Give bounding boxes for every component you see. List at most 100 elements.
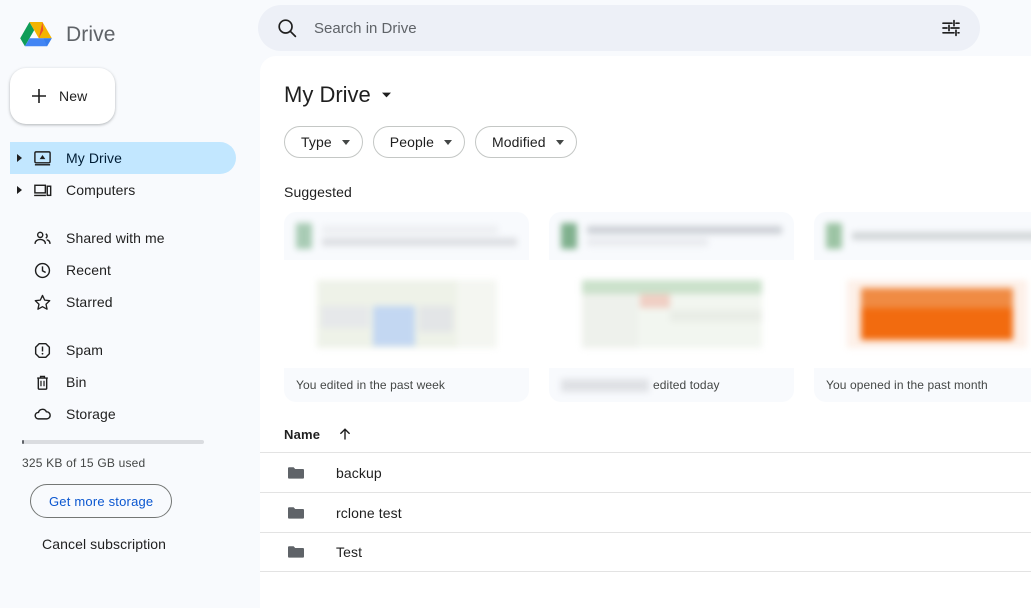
file-list: Name backup rclone test Test bbox=[260, 416, 1031, 572]
chevron-down-icon bbox=[443, 139, 452, 145]
main-area: My Drive Type People Modified bbox=[250, 0, 1031, 608]
file-name: Test bbox=[336, 544, 363, 560]
brand: Drive bbox=[0, 0, 250, 56]
suggested-card[interactable]: edited today bbox=[549, 212, 794, 402]
table-row[interactable]: backup bbox=[260, 452, 1031, 492]
sidebar-item-shared-with-me[interactable]: Shared with me bbox=[10, 222, 236, 254]
suggested-section-title: Suggested bbox=[284, 184, 352, 200]
sidebar: Drive New My Drive Computers Shared with… bbox=[0, 0, 250, 608]
plus-icon bbox=[29, 86, 49, 106]
spam-icon bbox=[30, 341, 54, 360]
search-bar[interactable] bbox=[258, 5, 980, 51]
get-more-storage-button[interactable]: Get more storage bbox=[30, 484, 173, 518]
chevron-down-icon bbox=[555, 139, 564, 145]
sidebar-item-label: Shared with me bbox=[66, 230, 165, 246]
suggested-card[interactable]: You opened in the past month bbox=[814, 212, 1031, 402]
card-file-type-icon bbox=[826, 223, 842, 249]
card-title-placeholder bbox=[587, 226, 782, 246]
search-row bbox=[250, 0, 1031, 56]
column-header-name[interactable]: Name bbox=[284, 427, 320, 442]
brand-title: Drive bbox=[66, 23, 116, 46]
sidebar-item-label: Spam bbox=[66, 342, 103, 358]
tune-icon[interactable] bbox=[936, 13, 966, 43]
caret-down-icon[interactable] bbox=[377, 85, 397, 105]
card-title-placeholder bbox=[852, 232, 1031, 240]
arrow-up-icon[interactable] bbox=[336, 425, 354, 443]
card-thumbnail bbox=[284, 260, 529, 368]
suggested-cards: You edited in the past week edited today… bbox=[260, 200, 1031, 402]
card-footer: edited today bbox=[549, 368, 794, 402]
sidebar-item-starred[interactable]: Starred bbox=[10, 286, 236, 318]
sidebar-item-label: Computers bbox=[66, 182, 136, 198]
filter-chip-type[interactable]: Type bbox=[284, 126, 363, 158]
expand-caret-icon[interactable] bbox=[10, 185, 30, 195]
expand-caret-icon[interactable] bbox=[10, 153, 30, 163]
storage-usage-text: 325 KB of 15 GB used bbox=[22, 456, 146, 470]
card-thumbnail bbox=[814, 260, 1031, 368]
filter-chip-label: People bbox=[389, 134, 434, 150]
card-footer: You edited in the past week bbox=[284, 368, 529, 402]
nav-gap bbox=[0, 206, 250, 222]
cancel-subscription-link[interactable]: Cancel subscription bbox=[42, 536, 250, 552]
my-drive-icon bbox=[30, 149, 54, 168]
computers-icon bbox=[30, 181, 54, 200]
sidebar-item-label: Storage bbox=[66, 406, 116, 422]
card-footer-text: edited today bbox=[653, 378, 720, 392]
filter-chip-label: Modified bbox=[491, 134, 546, 150]
folder-icon bbox=[284, 501, 308, 525]
filter-chips: Type People Modified bbox=[260, 108, 1031, 158]
storage-section: 325 KB of 15 GB used Get more storage Ca… bbox=[0, 440, 250, 552]
content-panel: My Drive Type People Modified Suggested … bbox=[260, 56, 1031, 608]
drive-logo-icon bbox=[18, 19, 54, 51]
folder-icon bbox=[284, 461, 308, 485]
filter-chip-label: Type bbox=[301, 134, 332, 150]
sidebar-item-label: Bin bbox=[66, 374, 87, 390]
table-row[interactable]: Test bbox=[260, 532, 1031, 572]
filter-chip-modified[interactable]: Modified bbox=[474, 126, 577, 158]
sidebar-item-computers[interactable]: Computers bbox=[10, 174, 236, 206]
suggested-card[interactable]: You edited in the past week bbox=[284, 212, 529, 402]
search-icon bbox=[276, 17, 298, 39]
storage-progress-bar bbox=[22, 440, 204, 444]
file-name: backup bbox=[336, 464, 382, 481]
sidebar-nav: My Drive Computers Shared with me Recent… bbox=[0, 142, 250, 430]
card-footer: You opened in the past month bbox=[814, 368, 1031, 402]
sidebar-item-label: My Drive bbox=[66, 150, 123, 166]
new-button[interactable]: New bbox=[10, 68, 115, 124]
cloud-icon bbox=[30, 405, 54, 424]
sidebar-item-label: Starred bbox=[66, 294, 113, 310]
sidebar-item-label: Recent bbox=[66, 262, 111, 278]
file-list-header: Name bbox=[260, 416, 1031, 452]
nav-gap bbox=[0, 318, 250, 334]
search-input[interactable] bbox=[314, 19, 936, 37]
sidebar-item-storage[interactable]: Storage bbox=[10, 398, 236, 430]
people-icon bbox=[30, 229, 54, 248]
trash-icon bbox=[30, 373, 54, 392]
card-footer-text: You opened in the past month bbox=[826, 378, 988, 392]
chevron-down-icon bbox=[341, 139, 350, 145]
star-icon bbox=[30, 293, 54, 312]
card-header-preview bbox=[549, 212, 794, 260]
sidebar-item-spam[interactable]: Spam bbox=[10, 334, 236, 366]
new-button-label: New bbox=[59, 88, 88, 104]
page-title: My Drive bbox=[284, 82, 371, 107]
sidebar-item-my-drive[interactable]: My Drive bbox=[10, 142, 236, 174]
card-thumbnail bbox=[549, 260, 794, 368]
card-header-preview bbox=[284, 212, 529, 260]
file-name: rclone test bbox=[336, 504, 402, 521]
drive-app: Drive New My Drive Computers Shared with… bbox=[0, 0, 1031, 608]
folder-icon bbox=[284, 540, 308, 564]
sidebar-item-recent[interactable]: Recent bbox=[10, 254, 236, 286]
table-row[interactable]: rclone test bbox=[260, 492, 1031, 532]
card-owner-placeholder bbox=[561, 378, 649, 392]
card-file-type-icon bbox=[561, 223, 577, 249]
sidebar-item-bin[interactable]: Bin bbox=[10, 366, 236, 398]
card-header-preview bbox=[814, 212, 1031, 260]
storage-progress-fill bbox=[22, 440, 24, 444]
page-title-row: My Drive bbox=[260, 56, 1031, 108]
filter-chip-people[interactable]: People bbox=[372, 126, 465, 158]
card-footer-text: You edited in the past week bbox=[296, 378, 446, 392]
clock-icon bbox=[30, 261, 54, 280]
card-title-placeholder bbox=[322, 226, 517, 246]
card-file-type-icon bbox=[296, 223, 312, 249]
